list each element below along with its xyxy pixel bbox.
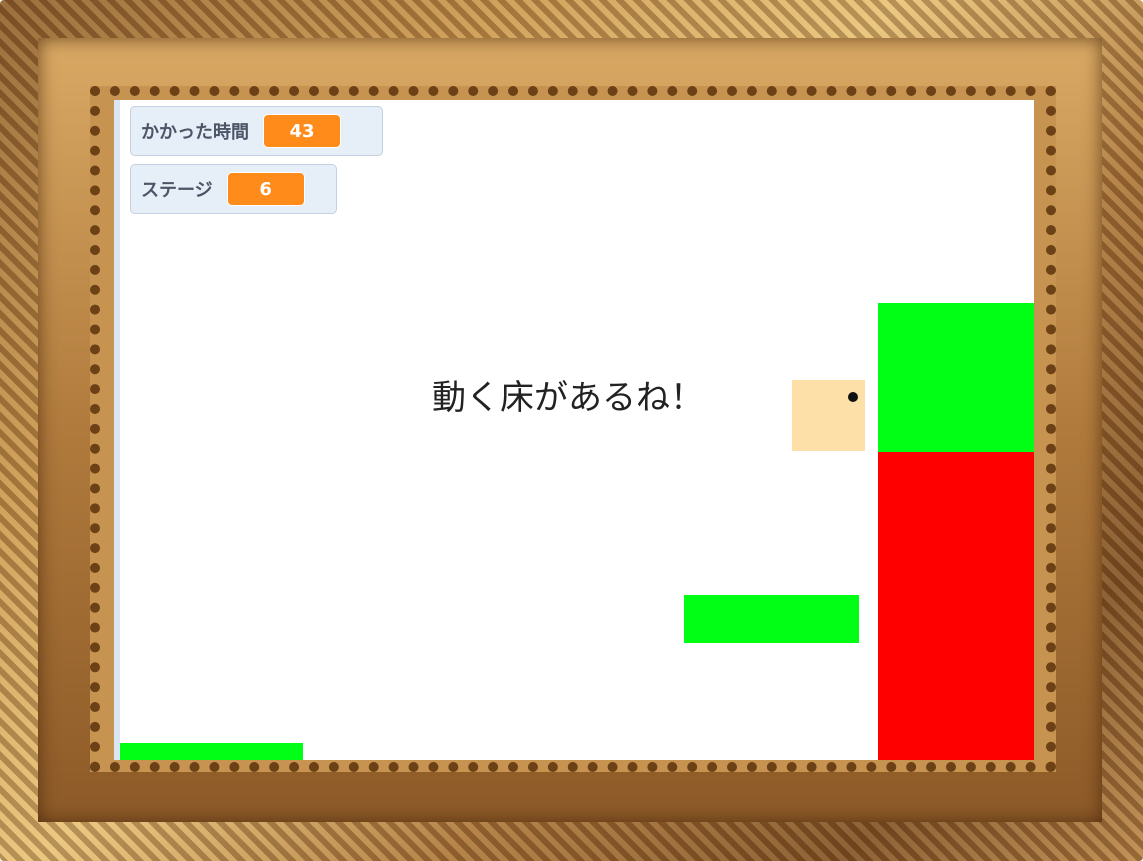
picture-frame: かかった時間 43 ステージ 6 動く床があるね！	[0, 0, 1143, 861]
player-sprite	[792, 380, 865, 451]
green-wall-block	[878, 303, 1034, 452]
timer-monitor: かかった時間 43	[130, 106, 383, 156]
timer-monitor-label: かかった時間	[141, 122, 249, 143]
player-eye	[848, 392, 858, 402]
game-stage[interactable]: かかった時間 43 ステージ 6 動く床があるね！	[114, 100, 1034, 760]
floor-platform	[120, 743, 303, 760]
speech-text: 動く床があるね！	[432, 378, 704, 418]
stage-monitor: ステージ 6	[130, 164, 337, 214]
stage-monitor-label: ステージ	[141, 180, 213, 201]
stage-monitor-value: 6	[226, 172, 305, 206]
red-hazard-block	[878, 452, 1034, 760]
moving-platform	[684, 595, 859, 643]
timer-monitor-value: 43	[263, 114, 341, 148]
stage-edge	[114, 100, 120, 760]
